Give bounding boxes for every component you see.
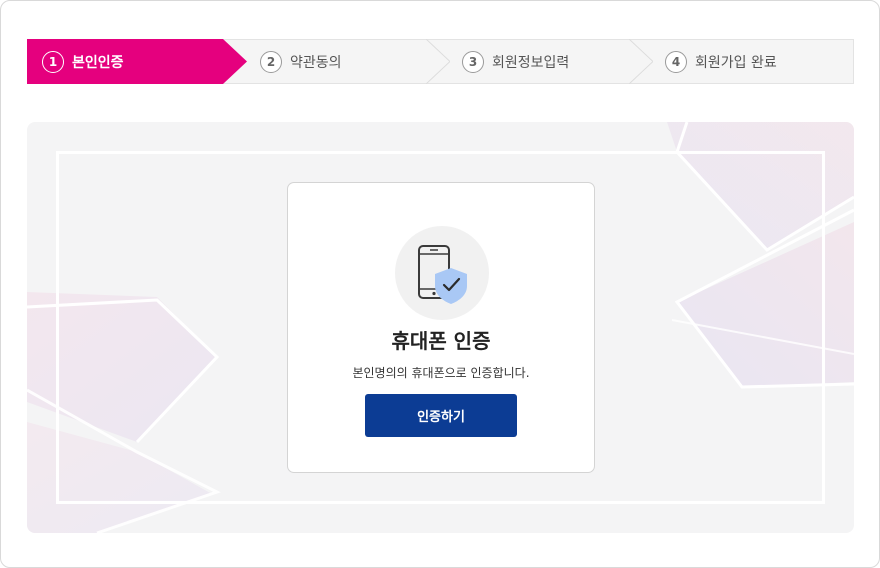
step-number: 4 <box>665 50 687 73</box>
step-label: 회원정보입력 <box>492 54 570 71</box>
verification-panel: 휴대폰 인증 본인명의의 휴대폰으로 인증합니다. 인증하기 <box>27 122 854 533</box>
step-number: 1 <box>42 50 64 73</box>
card-title: 휴대폰 인증 <box>391 329 491 353</box>
signup-window: 1 본인인증 2 약관동의 3 회원정보입력 4 회원가입 완료 휴대폰 인증 … <box>0 0 880 568</box>
signup-stepper: 1 본인인증 2 약관동의 3 회원정보입력 4 회원가입 완료 <box>27 39 854 84</box>
step-label: 약관동의 <box>290 54 342 71</box>
verify-button[interactable]: 인증하기 <box>365 394 517 437</box>
phone-shield-check-icon <box>395 226 489 320</box>
step-label: 본인인증 <box>72 54 124 71</box>
step-number: 2 <box>260 50 282 73</box>
step-label: 회원가입 완료 <box>695 54 777 71</box>
step-member-info: 3 회원정보입력 <box>462 40 569 83</box>
step-terms-agreement: 2 약관동의 <box>260 40 342 83</box>
step-separator <box>629 39 653 84</box>
card-description: 본인명의의 휴대폰으로 인증합니다. <box>352 366 530 380</box>
step-separator <box>426 39 450 84</box>
step-number: 3 <box>462 50 484 73</box>
step-identity-verification: 1 본인인증 <box>42 40 124 83</box>
step-signup-complete: 4 회원가입 완료 <box>665 40 777 83</box>
phone-verification-card: 휴대폰 인증 본인명의의 휴대폰으로 인증합니다. 인증하기 <box>287 182 595 473</box>
